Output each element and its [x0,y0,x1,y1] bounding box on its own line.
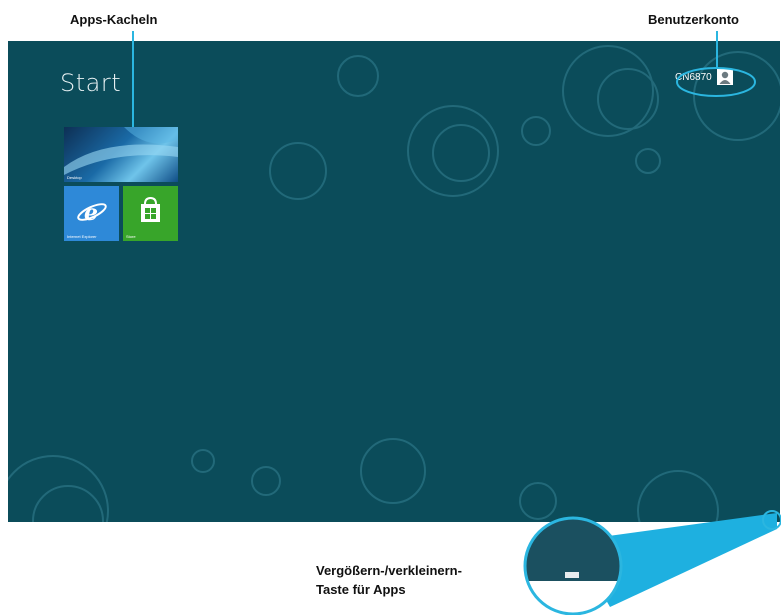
internet-explorer-icon: e [77,200,107,226]
callout-zoom-line2: Taste für Apps [316,582,406,597]
start-screen: Start Desktop e Internet Explorer Store … [8,41,780,522]
tile-desktop[interactable]: Desktop [64,127,178,182]
user-avatar-icon [716,69,733,85]
zoom-magnifier [525,518,621,614]
zoom-magnifier-ring [523,516,623,615]
tile-store-label: Store [126,234,136,239]
callout-zoom-button: Vergößern-/verkleinern- Taste für Apps [316,561,462,599]
bubble-background [8,45,780,522]
tile-desktop-label: Desktop [67,175,82,180]
start-title: Start [60,69,122,97]
callout-user-account: Benutzerkonto [648,12,739,27]
svg-text:e: e [84,200,98,226]
callout-zoom-line1: Vergößern-/verkleinern- [316,563,462,578]
callout-apps-tiles: Apps-Kacheln [70,12,158,27]
tile-internet-explorer-label: Internet Explorer [67,234,97,239]
zoom-minus-button[interactable] [565,572,579,578]
account-name: CN6870 [675,71,712,83]
tile-internet-explorer[interactable]: e Internet Explorer [64,186,119,241]
zoom-connector [572,513,777,607]
tile-store[interactable]: Store [123,186,178,241]
user-account[interactable]: CN6870 [675,67,733,87]
desktop-wallpaper-icon [64,127,178,175]
store-bag-icon [141,196,160,222]
